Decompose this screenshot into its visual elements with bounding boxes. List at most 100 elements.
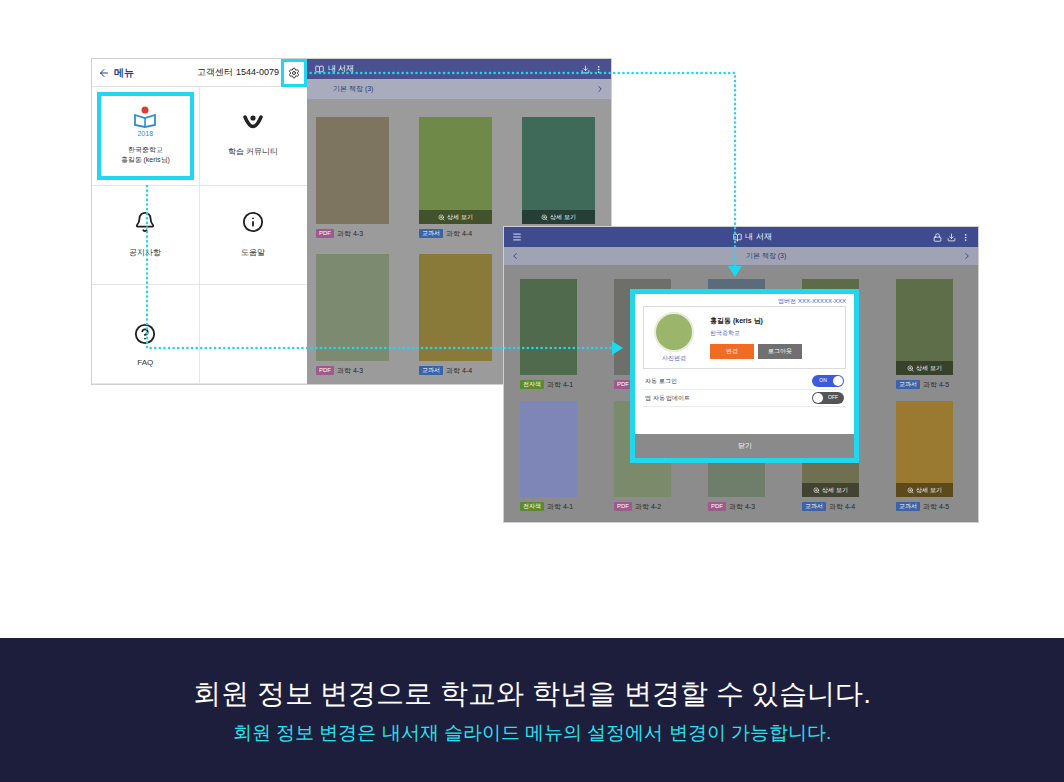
book-badge: 교과서 [896, 502, 920, 511]
menu-item-label: 공지사항 [129, 247, 161, 259]
book-badge: PDF [614, 502, 632, 511]
book-caption: PDF과학 4-3 [316, 365, 389, 375]
book-badge: 교과서 [419, 229, 443, 238]
book-label: 과학 4-4 [446, 366, 472, 375]
chevron-left-icon[interactable] [510, 251, 520, 261]
book-caption: 교과서과학 4-4 [419, 365, 492, 375]
arrow-right-icon [612, 341, 623, 355]
book-label: 과학 4-4 [446, 229, 472, 238]
book[interactable]: 전자책과학 4-1 [520, 279, 577, 389]
library-icon [733, 233, 742, 242]
profile-cell[interactable]: 2018한국중학교홍길동 (keris님) [92, 87, 200, 186]
detail-overlay[interactable]: 상세 보기 [802, 483, 859, 497]
book-caption: PDF과학 4-2 [614, 501, 671, 511]
more-icon[interactable] [594, 65, 603, 74]
library-icon [315, 65, 324, 74]
book-caption: PDF과학 4-3 [708, 501, 765, 511]
book-label: 과학 4-2 [635, 502, 661, 511]
book[interactable]: 상세 보기교과서과학 4-4 [419, 117, 492, 238]
chevron-right-icon[interactable] [962, 251, 972, 261]
profile-button[interactable]: 변경 [710, 344, 754, 359]
menu-item-label: 학습 커뮤니티 [228, 146, 278, 158]
profile-button[interactable]: 로그아웃 [758, 344, 802, 359]
detail-label: 상세 보기 [447, 213, 473, 222]
detail-overlay[interactable]: 상세 보기 [896, 483, 953, 497]
shelf-top-bar: 내 서재 [307, 59, 611, 79]
menu-item[interactable]: 도움말 [200, 186, 308, 285]
book-label: 과학 4-3 [337, 366, 363, 375]
top-bar-actions [933, 233, 970, 242]
profile-year: 2018 [137, 129, 153, 140]
zoom-icon [907, 487, 914, 494]
settings-popup: 앱버전 XXX-XXXXX-XXX사진변경홍길동 (keris 님)한국중학교변… [630, 289, 859, 463]
book-cover[interactable] [520, 401, 577, 497]
support-number: 고객센터 1544-0079 [197, 66, 279, 80]
photo-change[interactable]: 사진변경 [662, 354, 686, 363]
book-cover[interactable]: 상세 보기 [419, 117, 492, 224]
photo-column: 사진변경 [654, 312, 694, 363]
download-icon[interactable] [947, 233, 956, 242]
more-icon[interactable] [961, 233, 970, 242]
book-label: 과학 4-1 [547, 380, 573, 389]
book-cover[interactable] [316, 254, 389, 361]
detail-overlay[interactable]: 상세 보기 [419, 210, 492, 224]
download-icon[interactable] [581, 65, 590, 74]
detail-label: 상세 보기 [916, 364, 942, 373]
detail-overlay[interactable]: 상세 보기 [522, 210, 595, 224]
book-cover[interactable]: 상세 보기 [896, 401, 953, 497]
caption-subtitle: 회원 정보 변경은 내서재 슬라이드 메뉴의 설정에서 변경이 가능합니다. [233, 721, 832, 745]
book-badge: PDF [708, 502, 726, 511]
menu-header: 메뉴고객센터 1544-0079 [92, 59, 307, 87]
book-badge: 교과서 [802, 502, 826, 511]
book-label: 과학 4-5 [923, 380, 949, 389]
profile-info: 홍길동 (keris 님)한국중학교변경로그아웃 [710, 316, 802, 359]
menu-item[interactable]: FAQ [92, 285, 200, 384]
school-logo-icon [132, 106, 158, 128]
screenshot-canvas: 메뉴고객센터 1544-0079 2018한국중학교홍길동 (keris님) 학습 … [0, 0, 1064, 638]
toggle-switch[interactable]: ON [812, 375, 844, 387]
close-button[interactable]: 닫기 [635, 434, 854, 458]
chevron-right-icon[interactable] [595, 84, 605, 94]
book-cover[interactable] [520, 279, 577, 375]
book-caption: 교과서과학 4-4 [419, 228, 492, 238]
arrow-down-icon [728, 266, 742, 277]
community-icon [241, 114, 265, 132]
settings-button[interactable] [281, 59, 307, 87]
book-badge: 전자책 [520, 502, 544, 511]
book-badge: 교과서 [419, 366, 443, 375]
book-caption: 전자책과학 4-1 [520, 501, 577, 511]
book[interactable]: 상세 보기교과서과학 4-5 [896, 279, 953, 389]
book-cover[interactable] [316, 117, 389, 224]
library-window: 내 서재기본 책장 (3)전자책과학 4-1PDF상세 보기교과서과학 4-5전… [503, 226, 979, 523]
book-cover[interactable]: 상세 보기 [896, 279, 953, 375]
book-label: 과학 4-1 [547, 502, 573, 511]
toggle-row: 앱 자동 업데이트OFF [643, 390, 846, 407]
book[interactable]: 상세 보기교과서과학 4-5 [896, 401, 953, 511]
side-menu: 메뉴고객센터 1544-0079 2018한국중학교홍길동 (keris님) 학습 … [92, 59, 307, 384]
book-cover[interactable] [419, 254, 492, 361]
book[interactable]: 상세 보기 [522, 117, 595, 238]
lock-icon[interactable] [933, 233, 942, 242]
menu-item-label: FAQ [137, 357, 153, 369]
menu-item[interactable]: 학습 커뮤니티 [200, 87, 308, 186]
menu-item-label: 도움말 [241, 247, 265, 259]
gear-icon [288, 67, 300, 79]
book[interactable]: PDF과학 4-3 [316, 254, 389, 375]
profile-card[interactable]: 2018한국중학교홍길동 (keris님) [97, 92, 194, 180]
menu-item[interactable]: 공지사항 [92, 186, 200, 285]
book[interactable]: PDF과학 4-3 [316, 117, 389, 238]
book-caption: PDF과학 4-3 [316, 228, 389, 238]
book-badge: PDF [316, 229, 334, 238]
book[interactable]: 전자책과학 4-1 [520, 401, 577, 511]
toggle-reading: ON [813, 377, 833, 385]
profile-to-popup-connector [147, 186, 612, 348]
profile-photo[interactable] [654, 312, 694, 352]
detail-overlay[interactable]: 상세 보기 [896, 361, 953, 375]
menu-icon[interactable] [512, 232, 522, 242]
back-arrow-icon[interactable] [98, 67, 110, 79]
toggle-switch[interactable]: OFF [812, 392, 844, 404]
toggle-reading: OFF [823, 394, 843, 402]
book-cover[interactable]: 상세 보기 [522, 117, 595, 224]
book[interactable]: 교과서과학 4-4 [419, 254, 492, 375]
library-subheader: 기본 책장 (3) [504, 247, 978, 265]
